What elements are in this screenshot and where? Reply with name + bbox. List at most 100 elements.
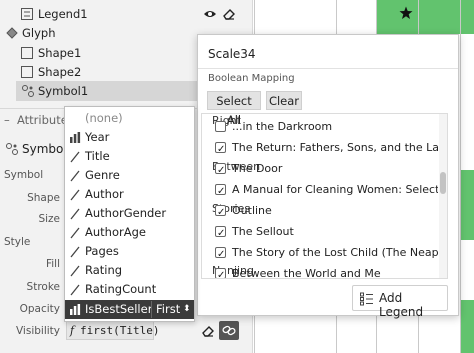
tree-item-label: Glyph (22, 26, 56, 40)
divider (198, 68, 458, 69)
fill-label: Fill (45, 258, 60, 270)
bar-chart-icon (70, 304, 81, 315)
menu-item-isbestseller[interactable]: IsBestSeller First ⬍ (65, 300, 194, 319)
value-row[interactable]: ✓ Outline (202, 200, 438, 221)
eraser-icon[interactable] (222, 7, 236, 21)
categorical-icon (70, 227, 80, 239)
value-row[interactable]: ✓ The Return: Fathers, Sons, and the Lan… (202, 137, 438, 158)
shape-icon (21, 66, 33, 78)
menu-item-label: AuthorGender (85, 206, 167, 220)
opacity-label: Opacity (19, 303, 60, 315)
menu-item-rating[interactable]: Rating (65, 261, 194, 280)
value-label: Outline (232, 204, 272, 217)
menu-item-none[interactable]: (none) (65, 109, 194, 128)
visibility-label: Visibility (15, 325, 60, 337)
tree-item-label: Symbol1 (38, 84, 89, 98)
select-all-button[interactable]: Select All (207, 91, 261, 127)
eraser-icon[interactable] (201, 324, 215, 338)
scrollbar-track[interactable] (439, 114, 447, 278)
menu-item-label: IsBestSeller (85, 302, 153, 316)
checkbox-checked[interactable]: ✓ (215, 205, 226, 218)
value-row[interactable]: ...in the Darkroom (202, 116, 438, 137)
tree-item-label: Shape1 (38, 46, 82, 60)
function-icon: f (70, 324, 75, 337)
categorical-icon (70, 151, 80, 163)
categorical-icon (70, 170, 80, 182)
scale-popover: Scale34 Boolean Mapping Select All Clear… (197, 34, 459, 319)
clear-button[interactable]: Clear (266, 91, 302, 110)
aggregation-value: First (156, 302, 181, 316)
shape-icon (21, 47, 33, 59)
value-label: ...in the Darkroom (232, 120, 333, 133)
categorical-icon (70, 284, 80, 296)
shape-label: Shape (27, 192, 60, 204)
menu-item-label: Genre (85, 168, 120, 182)
menu-item-label: RatingCount (85, 282, 157, 296)
menu-item-pages[interactable]: Pages (65, 242, 194, 261)
value-row[interactable]: ✓ Between the World and Me (202, 263, 438, 279)
visibility-expression-text: first(Title) (80, 324, 160, 337)
menu-item-label: Year (85, 130, 110, 144)
value-label: The Door (232, 162, 283, 175)
glyph-icon (6, 27, 18, 39)
value-label: The Story of the Lost Child (The Neapoli… (232, 246, 438, 259)
green-cell (419, 0, 460, 34)
symbol-icon (22, 85, 34, 97)
tree-item-legend1[interactable]: Legend1 (0, 4, 252, 24)
categorical-icon (70, 208, 80, 220)
categorical-icon (70, 189, 80, 201)
visibility-expression[interactable]: f first(Title) (66, 321, 159, 340)
menu-item-year[interactable]: Year (65, 128, 194, 147)
menu-item-title[interactable]: Title (65, 147, 194, 166)
green-cell (461, 170, 474, 240)
value-row[interactable]: ✓ The Door (202, 158, 438, 179)
categorical-icon (70, 265, 80, 277)
menu-item-author[interactable]: Author (65, 185, 194, 204)
checkbox-checked[interactable]: ✓ (215, 226, 226, 239)
checkbox-checked[interactable]: ✓ (215, 247, 226, 260)
checkbox[interactable] (215, 121, 226, 132)
symbol-section-label: Symbol (4, 169, 44, 181)
add-legend-label: Add Legend (379, 291, 424, 319)
categorical-icon (70, 246, 80, 258)
menu-item-label: (none) (85, 111, 123, 125)
legend-icon (21, 8, 33, 20)
legend-list-icon (360, 292, 373, 306)
menu-item-label: Title (85, 149, 110, 163)
menu-item-label: AuthorAge (85, 225, 146, 239)
checkbox-checked[interactable]: ✓ (215, 142, 226, 155)
star-icon (399, 6, 413, 19)
style-section-label: Style (4, 236, 31, 248)
value-row[interactable]: ✓ The Story of the Lost Child (The Neapo… (202, 242, 438, 263)
symbol-icon (6, 143, 18, 155)
value-label: A Manual for Cleaning Women: Selected (232, 183, 438, 196)
menu-item-authorgender[interactable]: AuthorGender (65, 204, 194, 223)
menu-item-ratingcount[interactable]: RatingCount (65, 280, 194, 299)
menu-item-authorage[interactable]: AuthorAge (65, 223, 194, 242)
green-cell (461, 300, 474, 353)
link-icon (222, 325, 236, 336)
select-arrows-icon: ⬍ (183, 304, 191, 314)
bar-chart-icon (70, 132, 81, 143)
eye-icon[interactable] (203, 9, 217, 19)
collapse-icon: – (4, 113, 10, 127)
menu-item-label: Author (85, 187, 124, 201)
checkbox-checked[interactable]: ✓ (215, 163, 226, 176)
checkbox-checked[interactable]: ✓ (215, 268, 226, 278)
link-button[interactable] (219, 321, 239, 340)
tree-item-label: Legend1 (38, 7, 88, 21)
aggregation-select[interactable]: First ⬍ (151, 301, 191, 318)
scale-title: Scale34 (208, 47, 256, 61)
menu-item-label: Rating (85, 263, 123, 277)
field-dropdown-menu: (none) Year Title Genre Author AuthorGen… (64, 106, 195, 322)
scrollbar-thumb[interactable] (440, 172, 446, 194)
value-row[interactable]: ✓ A Manual for Cleaning Women: Selected (202, 179, 438, 200)
size-label: Size (38, 213, 60, 225)
value-list[interactable]: Right Between Stories Nanjing ...in the … (201, 113, 448, 279)
menu-item-genre[interactable]: Genre (65, 166, 194, 185)
stroke-label: Stroke (26, 281, 60, 293)
add-legend-button[interactable]: Add Legend (352, 285, 448, 319)
value-row[interactable]: ✓ The Sellout (202, 221, 438, 242)
value-label: Between the World and Me (232, 267, 381, 279)
checkbox-checked[interactable]: ✓ (215, 184, 226, 197)
